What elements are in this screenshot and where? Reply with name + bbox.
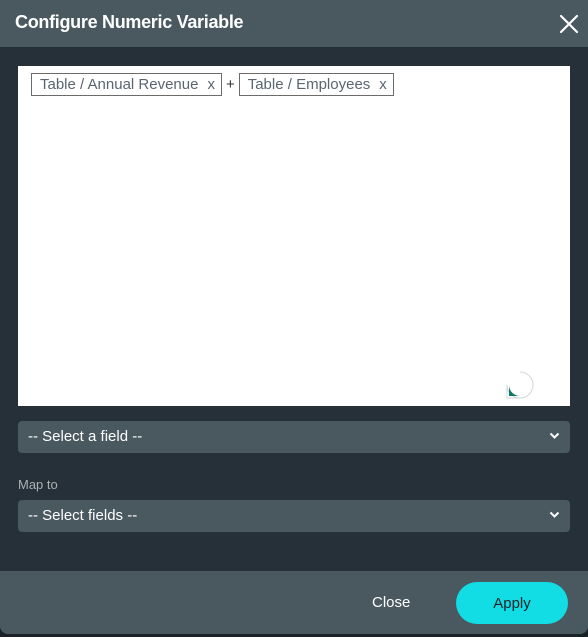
chevron-down-icon (549, 432, 560, 439)
dialog-header: Configure Numeric Variable (0, 0, 588, 47)
close-button[interactable]: Close (372, 594, 410, 611)
token-employees[interactable]: Table / Employees x (238, 73, 394, 96)
token-annual-revenue[interactable]: Table / Annual Revenue x (31, 73, 222, 96)
formula-tokens: Table / Annual Revenue x + Table / Emplo… (31, 73, 394, 96)
chat-bubble-icon[interactable] (505, 370, 535, 400)
formula-editor[interactable]: Table / Annual Revenue x + Table / Emplo… (18, 66, 570, 406)
token-label: Table / Annual Revenue (40, 76, 199, 93)
map-to-select-value: -- Select fields -- (28, 507, 138, 524)
token-label: Table / Employees (247, 76, 371, 93)
dialog-footer: Close Apply (0, 571, 588, 634)
operator-plus: + (225, 76, 235, 93)
remove-token-icon[interactable]: x (379, 76, 387, 93)
remove-token-icon[interactable]: x (207, 76, 215, 93)
field-select-value: -- Select a field -- (28, 428, 143, 445)
map-to-select[interactable]: -- Select fields -- (18, 500, 570, 532)
apply-button[interactable]: Apply (456, 582, 568, 624)
configure-numeric-variable-dialog: Configure Numeric Variable Table / Annua… (0, 0, 588, 634)
map-to-label: Map to (18, 477, 58, 492)
field-select[interactable]: -- Select a field -- (18, 421, 570, 453)
close-x-icon[interactable] (558, 13, 580, 35)
dialog-title: Configure Numeric Variable (15, 12, 244, 32)
chevron-down-icon (549, 511, 560, 518)
